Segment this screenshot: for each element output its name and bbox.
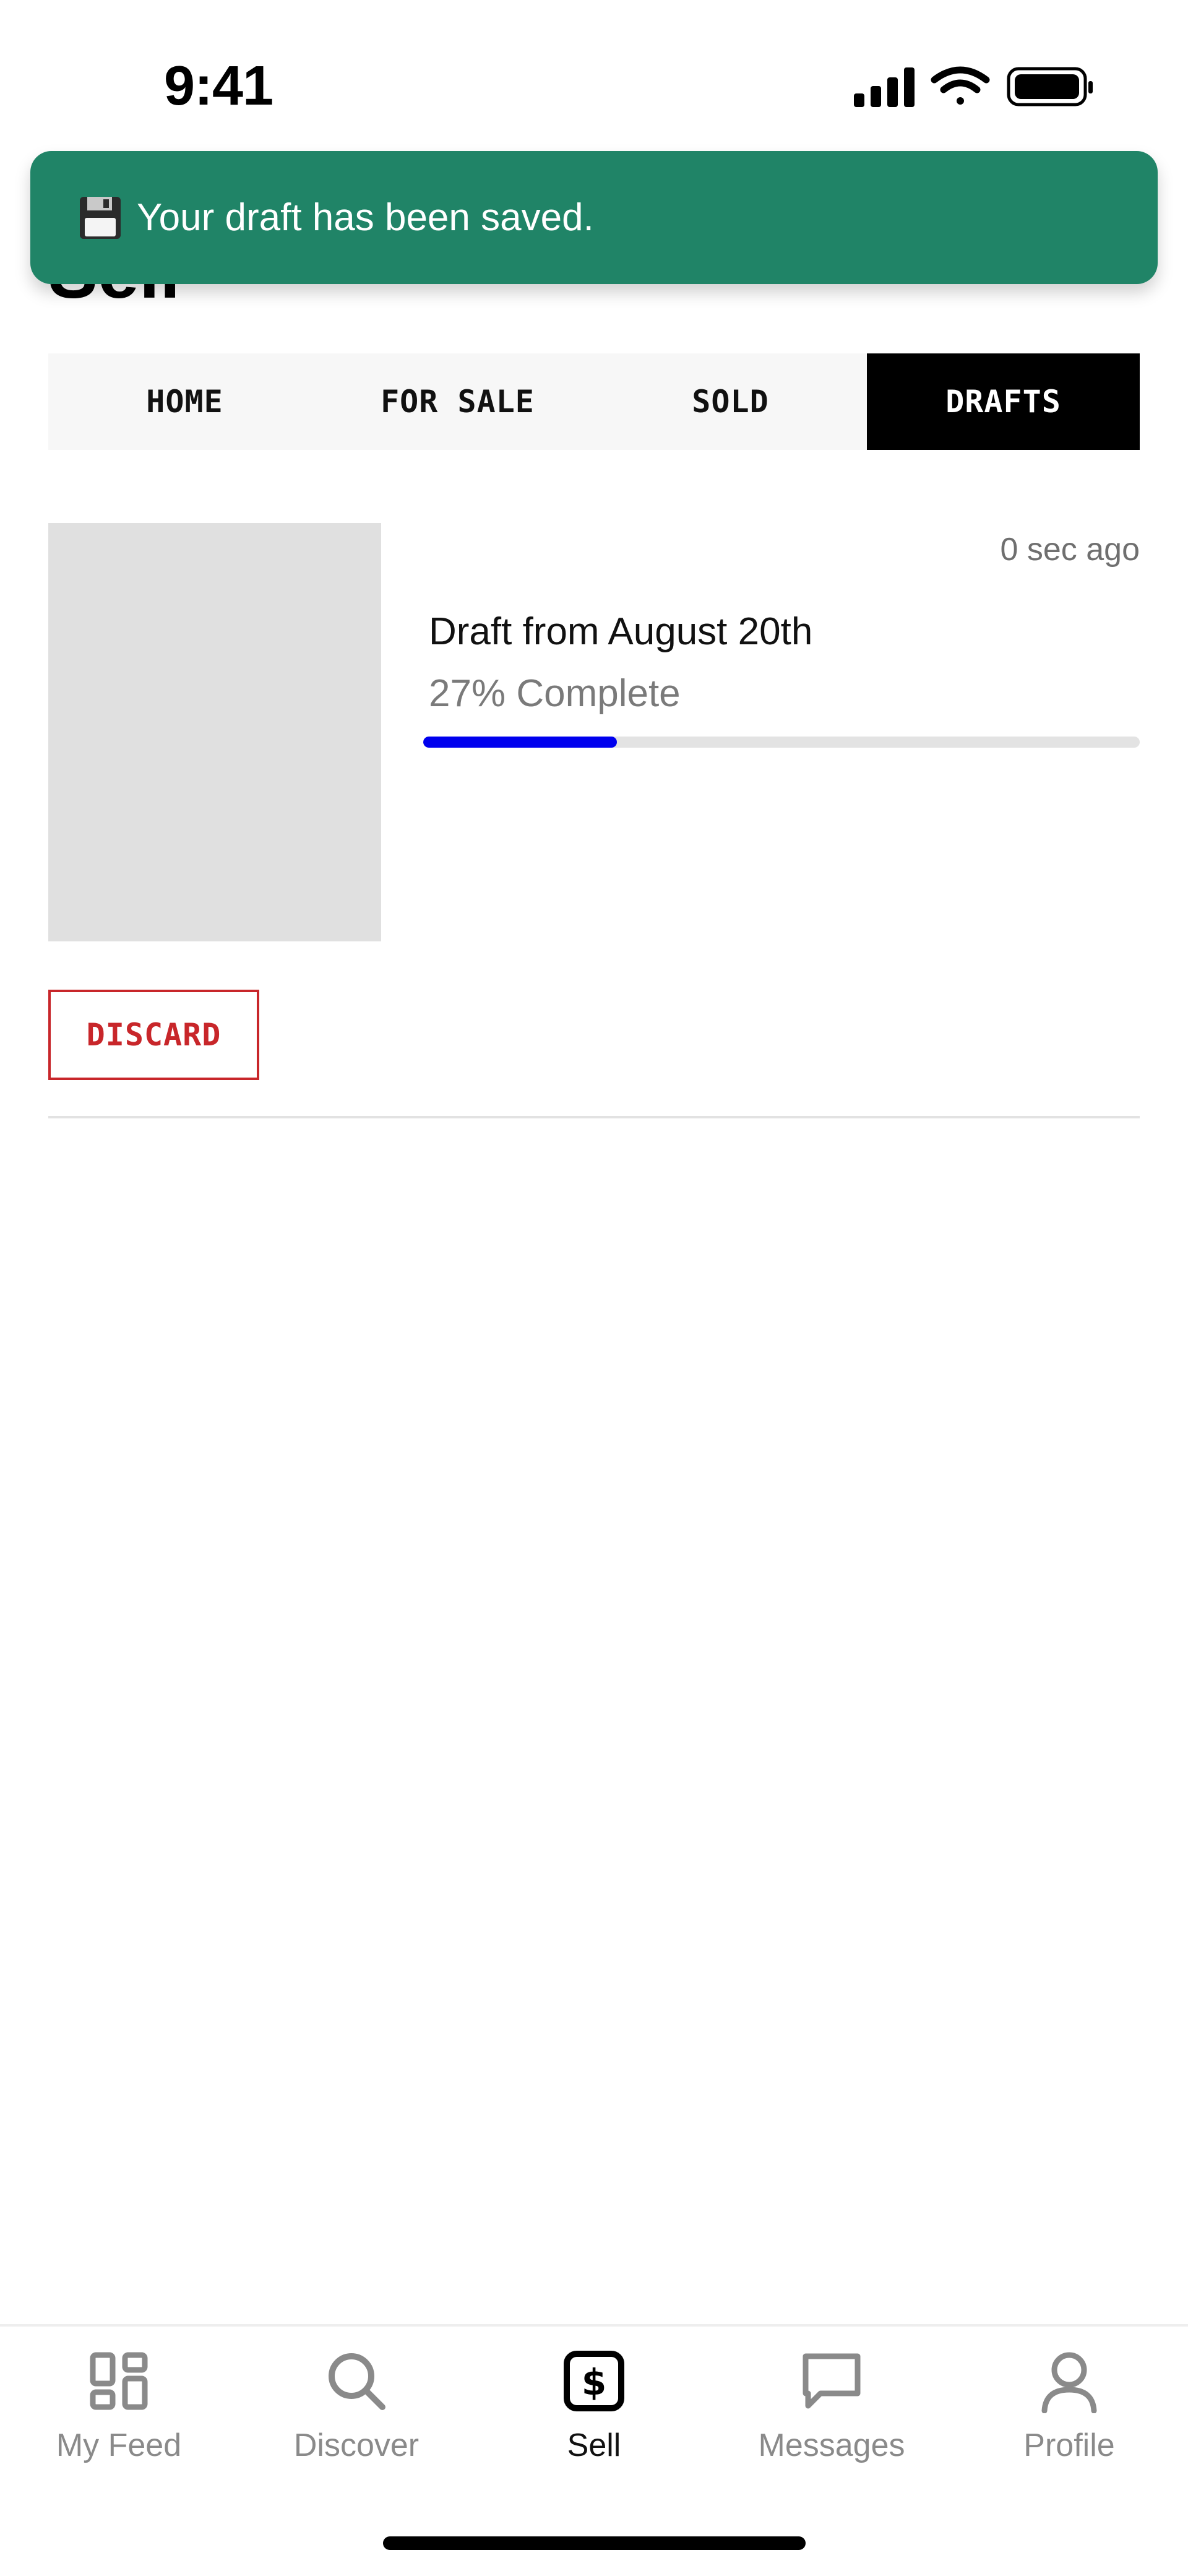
cellular-signal-icon <box>854 67 915 107</box>
nav-item-sell[interactable]: $ Sell <box>475 2327 713 2487</box>
draft-title[interactable]: Draft from August 20th <box>429 610 812 654</box>
nav-item-profile[interactable]: Profile <box>950 2327 1188 2487</box>
discard-button[interactable]: DISCARD <box>48 990 259 1080</box>
tab-drafts[interactable]: DRAFTS <box>867 353 1140 450</box>
battery-icon <box>1007 67 1093 106</box>
chat-bubble-icon <box>803 2353 861 2409</box>
status-bar-time: 9:41 <box>164 55 273 117</box>
dollar-sign-icon: $ <box>564 2351 624 2411</box>
grid-icon <box>90 2352 148 2410</box>
toast-message: Your draft has been saved. <box>137 196 594 239</box>
nav-label: My Feed <box>56 2427 182 2463</box>
nav-label: Sell <box>567 2427 621 2463</box>
nav-item-my-feed[interactable]: My Feed <box>0 2327 238 2487</box>
draft-progress-text: 27% Complete <box>429 672 681 715</box>
draft-thumbnail[interactable] <box>48 523 381 941</box>
sell-tabs: HOME FOR SALE SOLD DRAFTS <box>48 353 1140 450</box>
tab-for-sale[interactable]: FOR SALE <box>321 353 594 450</box>
tab-sold[interactable]: SOLD <box>594 353 867 450</box>
status-bar-icons <box>854 66 1093 107</box>
home-indicator <box>383 2536 806 2550</box>
draft-progress-bar <box>423 737 1140 748</box>
search-icon <box>329 2353 385 2410</box>
draft-progress-fill <box>423 737 617 748</box>
tab-home[interactable]: HOME <box>48 353 321 450</box>
draft-timestamp: 0 sec ago <box>1000 532 1140 568</box>
wifi-icon <box>931 66 990 105</box>
nav-item-messages[interactable]: Messages <box>713 2327 950 2487</box>
nav-label: Discover <box>293 2427 420 2463</box>
nav-item-discover[interactable]: Discover <box>238 2327 475 2487</box>
nav-label: Messages <box>758 2427 905 2463</box>
draft-saved-toast[interactable]: Your draft has been saved. <box>30 151 1158 284</box>
floppy-disk-icon <box>80 196 121 239</box>
divider <box>48 1116 1140 1118</box>
svg-text:$: $ <box>582 2361 606 2403</box>
person-icon <box>1041 2352 1097 2413</box>
nav-label: Profile <box>1023 2427 1115 2463</box>
